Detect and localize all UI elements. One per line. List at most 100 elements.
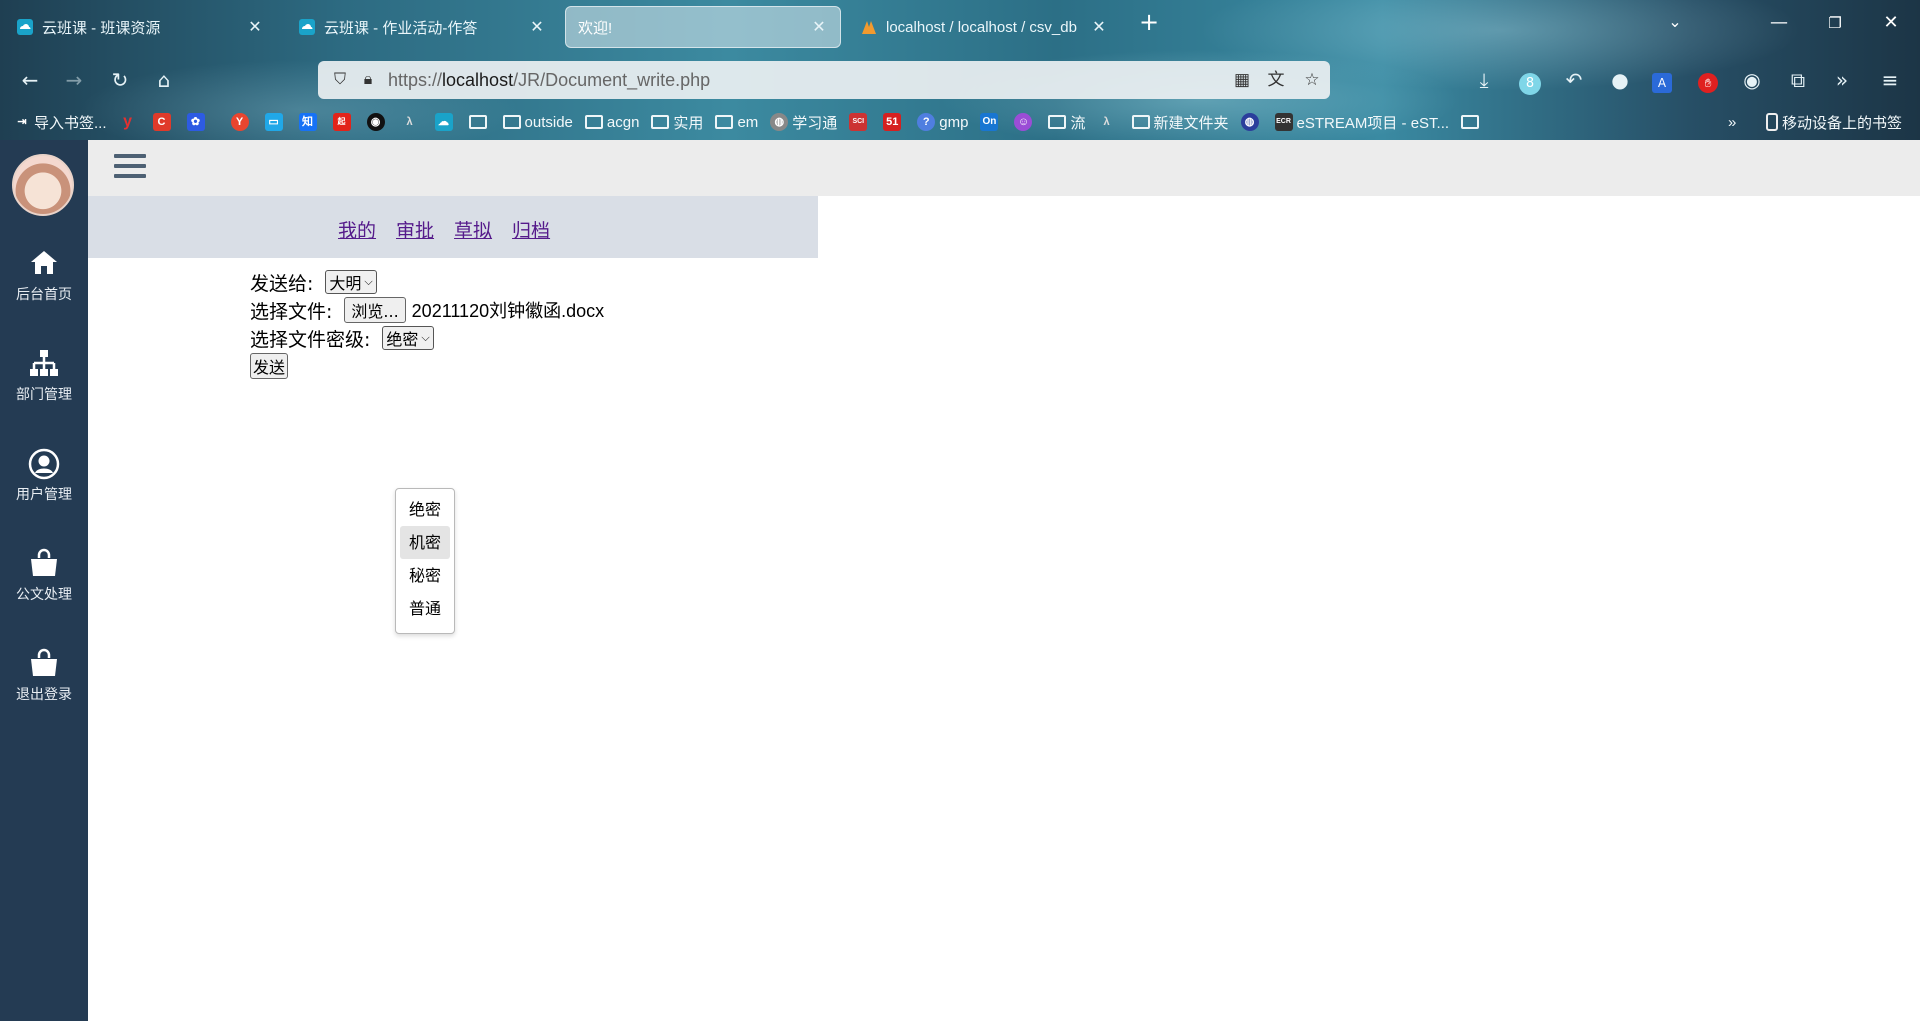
- dropdown-option[interactable]: 普通: [400, 592, 450, 625]
- shield-icon[interactable]: ⛉: [328, 68, 352, 92]
- hamburger-menu-icon[interactable]: [114, 154, 146, 182]
- bookmark-em[interactable]: em: [715, 114, 758, 131]
- bookmark-xuexitong[interactable]: ◍ 学习通: [770, 112, 837, 133]
- sidebar-item-users[interactable]: 用户管理: [0, 440, 88, 520]
- send-button[interactable]: 发送: [250, 353, 289, 379]
- extension-icon[interactable]: ●: [1606, 66, 1634, 94]
- tab-3-active[interactable]: 欢迎! ✕: [565, 6, 841, 48]
- subnav-link-draft[interactable]: 草拟: [454, 220, 492, 242]
- bookmark-gmp[interactable]: ? gmp: [917, 113, 968, 131]
- translate-ext-icon[interactable]: A: [1648, 66, 1676, 94]
- bookmark-51[interactable]: 51: [883, 113, 905, 131]
- tab-4[interactable]: localhost / localhost / csv_db ✕: [848, 6, 1120, 48]
- dropdown-option[interactable]: 秘密: [400, 559, 450, 592]
- star-icon[interactable]: ☆: [1300, 68, 1324, 92]
- sidebar-item-home[interactable]: 后台首页: [0, 240, 88, 320]
- close-icon[interactable]: ✕: [1090, 17, 1108, 37]
- reload-icon[interactable]: ↻: [106, 66, 134, 94]
- undo-icon[interactable]: ↶: [1560, 66, 1588, 94]
- bookmark-estream[interactable]: ECR eSTREAM项目 - eST...: [1274, 112, 1449, 133]
- c-logo-icon: C: [152, 113, 171, 131]
- bookmark-globe[interactable]: ◍: [1240, 113, 1263, 131]
- menu-icon[interactable]: ≡: [1876, 66, 1904, 94]
- forward-icon[interactable]: →: [60, 66, 88, 94]
- qr-code-icon[interactable]: ▦: [1230, 68, 1254, 92]
- bookmark-folder-last[interactable]: [1461, 115, 1483, 129]
- bookmark-shiyong[interactable]: 实用: [651, 112, 703, 133]
- bookmark-y2[interactable]: Y: [230, 113, 253, 131]
- bookmark-tv[interactable]: ▭: [264, 113, 287, 131]
- back-icon[interactable]: ←: [16, 66, 44, 94]
- restore-icon[interactable]: ❐: [1820, 14, 1850, 32]
- secrecy-select[interactable]: 绝密 ⌵: [382, 326, 434, 350]
- bookmark-lambda2[interactable]: λ: [1098, 113, 1120, 131]
- bookmark-on[interactable]: On: [980, 113, 1002, 131]
- subnav-link-mine[interactable]: 我的: [338, 220, 376, 242]
- bookmarks-overflow-icon[interactable]: »: [1728, 114, 1736, 131]
- import-icon: ⇥: [17, 116, 27, 128]
- close-window-icon[interactable]: ✕: [1876, 12, 1906, 33]
- bookmark-github[interactable]: ◉: [366, 113, 389, 131]
- dropdown-option[interactable]: 绝密: [400, 493, 450, 526]
- page-content: 后台首页 部门管理 用户管理 公文处理 退出登录 我的 审批 草拟 归档 发送给…: [0, 140, 1920, 1021]
- navigation-bar: ← → ↻ ⌂ ⛉ 🔒︎ https://localhost/JR/Docume…: [0, 56, 1920, 104]
- close-icon[interactable]: ✕: [810, 17, 828, 37]
- tab-title: 云班课 - 班课资源: [42, 19, 161, 37]
- bookmark-cloud[interactable]: ☁: [434, 113, 457, 131]
- close-icon[interactable]: ✕: [528, 17, 546, 37]
- download-icon[interactable]: ⤓: [1470, 66, 1498, 94]
- bookmark-lambda[interactable]: λ: [401, 113, 423, 131]
- mobile-bookmarks[interactable]: 移动设备上的书签: [1766, 112, 1902, 133]
- lambda-icon: λ: [406, 116, 413, 128]
- bookmark-liu[interactable]: 流: [1048, 112, 1086, 133]
- home-icon[interactable]: ⌂: [150, 66, 178, 94]
- folder-icon: [1048, 115, 1067, 129]
- folder-icon: [468, 115, 487, 129]
- translate-icon[interactable]: ⽂: [1264, 68, 1288, 92]
- top-bar: [88, 140, 1920, 196]
- bookmark-newfolder[interactable]: 新建文件夹: [1131, 112, 1229, 133]
- subnav-link-archive[interactable]: 归档: [512, 220, 550, 242]
- bookmark-import[interactable]: ⇥ 导入书签...: [14, 112, 106, 133]
- tab-1[interactable]: 云班课 - 班课资源 ✕: [4, 6, 276, 48]
- shopping-bag-icon: [0, 548, 88, 584]
- folder-icon: [1461, 115, 1480, 129]
- bookmark-chat[interactable]: ☺: [1014, 113, 1036, 131]
- lock-icon[interactable]: 🔒︎: [356, 68, 380, 92]
- subnav-link-approve[interactable]: 审批: [396, 220, 434, 242]
- new-tab-icon[interactable]: +: [1134, 8, 1164, 36]
- sidebar-item-department[interactable]: 部门管理: [0, 340, 88, 420]
- browse-button[interactable]: 浏览...: [344, 297, 406, 323]
- bookmark-zhi[interactable]: 知: [298, 113, 321, 131]
- bookmarks-bar: ⇥ 导入书签... y C ✿ Y ▭ 知 起 ◉ λ ☁ outside acg…: [0, 106, 1920, 138]
- bookmark-scihub[interactable]: SCI: [849, 113, 871, 131]
- home-icon: [0, 248, 88, 284]
- chat-icon: ☺: [1014, 113, 1033, 131]
- bookmark-red[interactable]: 起: [332, 113, 355, 131]
- bookmark-paw[interactable]: ✿: [186, 113, 209, 131]
- overflow-chevrons-icon[interactable]: »: [1828, 66, 1856, 94]
- cloud-class-icon: ☁: [434, 113, 453, 131]
- avatar[interactable]: [12, 154, 74, 216]
- bookmark-acgn[interactable]: acgn: [584, 114, 639, 131]
- incognito-icon[interactable]: ◉: [1738, 66, 1766, 94]
- dropdown-option-highlighted[interactable]: 机密: [400, 526, 450, 559]
- bookmark-folder[interactable]: [468, 115, 491, 129]
- sidebar-item-documents[interactable]: 公文处理: [0, 540, 88, 620]
- sidebar-item-logout[interactable]: 退出登录: [0, 640, 88, 720]
- close-icon[interactable]: ✕: [246, 17, 264, 37]
- send-to-select[interactable]: 大明 ⌵: [325, 270, 377, 294]
- scihub-icon: SCI: [849, 113, 868, 131]
- folder-icon: [502, 115, 521, 129]
- puzzle-icon[interactable]: ⧉: [1784, 66, 1812, 94]
- bookmark-y[interactable]: y: [119, 113, 141, 131]
- bookmark-outside[interactable]: outside: [502, 114, 573, 131]
- tab-2[interactable]: 云班课 - 作业活动-作答 ✕: [286, 6, 558, 48]
- minimize-icon[interactable]: —: [1764, 12, 1794, 33]
- stop-hand-icon[interactable]: ✋︎: [1694, 66, 1722, 94]
- tab-list-chevron-icon[interactable]: ⌄: [1660, 12, 1690, 31]
- extension-badge[interactable]: 8: [1516, 66, 1544, 95]
- bookmark-c[interactable]: C: [152, 113, 175, 131]
- url-bar[interactable]: ⛉ 🔒︎ https://localhost/JR/Document_write…: [318, 61, 1330, 99]
- ecr-icon: ECR: [1274, 113, 1293, 131]
